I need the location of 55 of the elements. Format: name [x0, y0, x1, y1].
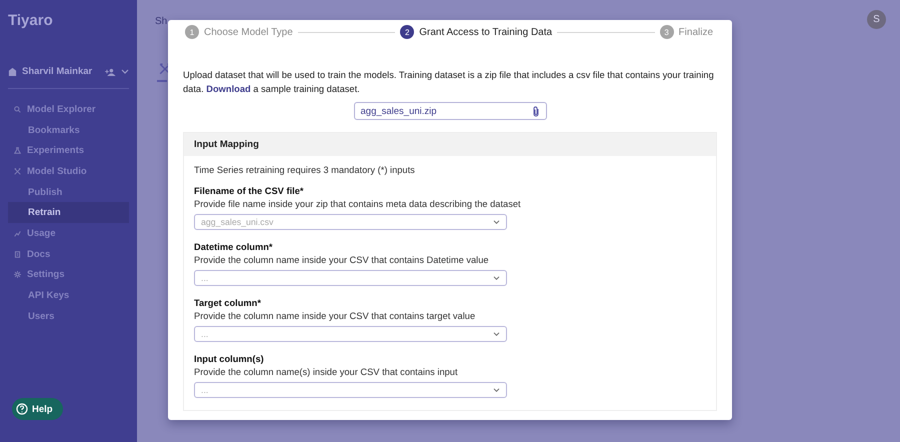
intro-text: Upload dataset that will be used to train the models. Training dataset is a zip file that includes a csv file that contains your training data. Download a sample training dataset. — [183, 69, 715, 96]
step-label: Grant Access to Training Data — [419, 26, 552, 38]
nav-item[interactable]: Experiments — [8, 140, 129, 162]
section-note: Time Series retraining requires 3 mandatory (*) inputs — [194, 165, 416, 175]
nav-item[interactable]: API Keys — [8, 285, 129, 306]
chevron-down-icon — [493, 220, 500, 224]
nav-item[interactable]: Model Studio — [8, 161, 129, 182]
download-link[interactable]: Download — [206, 84, 251, 94]
help-button[interactable]: Help — [12, 398, 63, 420]
field-label: Input column(s) — [194, 354, 265, 364]
field-label: Target column* — [194, 298, 262, 308]
nav-item[interactable]: Docs — [8, 244, 129, 264]
breadcrumb: Sh — [155, 16, 168, 27]
field-description: Provide the column name(s) inside your CSV that contains input — [194, 367, 459, 377]
settings-icon — [14, 271, 21, 278]
step-number: 3 — [660, 25, 674, 39]
nav-item[interactable]: Settings — [8, 264, 129, 286]
paperclip-icon — [532, 106, 540, 116]
help-icon — [16, 403, 28, 415]
step-label: Choose Model Type — [204, 26, 293, 38]
chevron-down-icon[interactable] — [121, 68, 129, 74]
field-label: Filename of the CSV file* — [194, 186, 305, 196]
add-user-icon[interactable] — [105, 68, 116, 76]
app-logo: Tiyaro — [8, 12, 54, 29]
nav-item[interactable]: Retrain — [8, 202, 129, 224]
section-header: Input Mapping — [184, 133, 716, 156]
crossed-tools-icon — [159, 63, 171, 75]
dropdown-field[interactable]: ... — [194, 326, 507, 342]
nav-item[interactable]: Bookmarks — [8, 120, 129, 140]
field-description: Provide file name inside your zip that contains meta data describing the dataset — [194, 199, 522, 209]
flask-icon — [14, 147, 21, 154]
dropdown-field[interactable]: ... — [194, 382, 507, 398]
field-description: Provide the column name inside your CSV that contains target value — [194, 311, 476, 321]
step-number: 1 — [185, 25, 199, 39]
nav-item[interactable]: Model Explorer — [8, 99, 129, 120]
nav-item[interactable]: Usage — [8, 223, 129, 244]
dropdown-field[interactable]: agg_sales_uni.csv — [194, 214, 507, 230]
upload-field[interactable]: agg_sales_uni.zip — [354, 102, 546, 120]
step-label: Finalize — [678, 26, 714, 38]
user-name: Sharvil Mainkar — [22, 66, 94, 77]
nav-item[interactable]: Users — [8, 306, 129, 327]
nav-item[interactable]: Publish — [8, 182, 129, 202]
chevron-down-icon — [493, 388, 500, 392]
dropdown-field[interactable]: ... — [194, 270, 507, 286]
doc-icon — [14, 250, 21, 258]
field-label: Datetime column* — [194, 242, 274, 252]
step-number: 2 — [400, 25, 414, 39]
crossed-tools-icon — [14, 168, 21, 175]
user-avatar[interactable]: S — [867, 10, 886, 29]
search-icon — [14, 106, 21, 113]
chevron-down-icon — [493, 276, 500, 280]
chart-icon — [14, 230, 21, 237]
field-description: Provide the column name inside your CSV that contains Datetime value — [194, 255, 490, 265]
building-icon — [8, 67, 17, 76]
chevron-down-icon — [493, 332, 500, 336]
